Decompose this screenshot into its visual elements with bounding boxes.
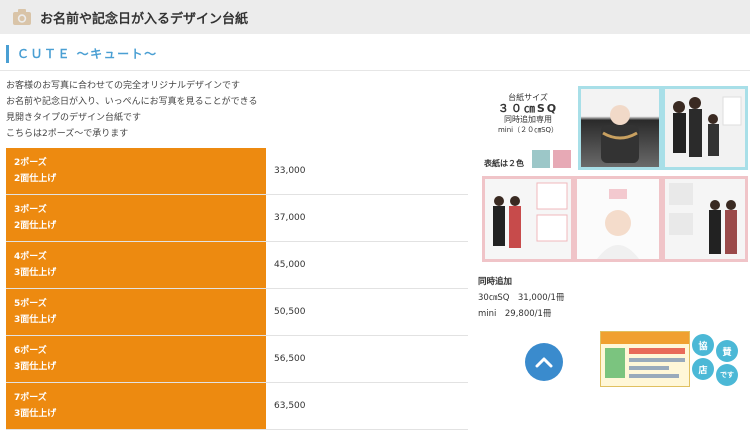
- row-label: 6ポーズ 3面仕上げ: [6, 336, 266, 382]
- sponsor-badge: 店: [692, 358, 714, 380]
- description: お客様のお写真に合わせての完全オリジナルデザインです お名前や記念日が入り、いっ…: [6, 78, 257, 142]
- album-sample-photo: [662, 176, 748, 262]
- pose-count: 5ポーズ: [14, 299, 47, 309]
- promo-card-graphic: [601, 332, 689, 378]
- pose-count: 6ポーズ: [14, 346, 47, 356]
- family-portrait-illustration: [673, 96, 742, 157]
- description-line: 見開きタイプのデザイン台紙です: [6, 113, 142, 123]
- table-row: 7ポーズ 3面仕上げ 63,500: [6, 383, 468, 430]
- addon-pricing: 同時追加 30㎝SQ 31,000/1冊 mini 29,800/1冊: [478, 274, 564, 322]
- pose-count: 7ポーズ: [14, 393, 47, 403]
- table-row: 6ポーズ 3面仕上げ 56,500: [6, 336, 468, 383]
- row-label: 2ポーズ 2面仕上げ: [6, 148, 266, 194]
- row-label: 3ポーズ 2面仕上げ: [6, 195, 266, 241]
- cover-color-swatch: [553, 150, 571, 168]
- chevron-up-icon: [535, 357, 553, 368]
- description-line: お客様のお写真に合わせての完全オリジナルデザインです: [6, 81, 241, 91]
- finish-type: 3面仕上げ: [14, 268, 57, 278]
- album-sample-photo: [578, 86, 662, 170]
- album-sample-photo: [662, 86, 748, 170]
- pose-count: 3ポーズ: [14, 205, 47, 215]
- sponsor-badge: 賛: [716, 340, 738, 362]
- section-divider: [0, 70, 750, 71]
- baby-portrait-illustration: [597, 189, 639, 259]
- sponsor-badge: 協: [692, 334, 714, 356]
- row-label: 7ポーズ 3面仕上げ: [6, 383, 266, 429]
- section-title: ＣＵＴＥ 〜キュート〜: [6, 45, 158, 63]
- table-row: 4ポーズ 3面仕上げ 45,000: [6, 242, 468, 289]
- addon-mini: mini 29,800/1冊: [478, 309, 552, 319]
- table-row: 3ポーズ 2面仕上げ 37,000: [6, 195, 468, 242]
- description-line: こちらは2ポーズ〜で承ります: [6, 129, 129, 139]
- finish-type: 3面仕上げ: [14, 409, 57, 419]
- row-price: 50,500: [266, 289, 468, 335]
- promo-card-image[interactable]: [600, 331, 690, 387]
- spec-size: ３０㎝SQ: [497, 102, 559, 115]
- finish-type: 2面仕上げ: [14, 174, 57, 184]
- addon-title: 同時追加: [478, 277, 513, 287]
- cover-color-swatch: [532, 150, 550, 168]
- finish-type: 2面仕上げ: [14, 221, 57, 231]
- row-label: 5ポーズ 3面仕上げ: [6, 289, 266, 335]
- description-line: お名前や記念日が入り、いっぺんにお写真を見ることができる: [6, 97, 258, 107]
- spec-mini: mini（２０㎝SQ）: [497, 126, 559, 134]
- page-title: お名前や記念日が入るデザイン台紙: [40, 11, 249, 27]
- covers-label: 表紙は２色: [484, 159, 524, 168]
- album-sample-photo: [574, 176, 662, 262]
- spec-note: 同時追加専用: [504, 115, 552, 124]
- camera-icon: [13, 9, 31, 25]
- baby-kimono-illustration: [601, 105, 639, 163]
- album-spec: 台紙サイズ ３０㎝SQ 同時追加専用 mini（２０㎝SQ）: [478, 92, 578, 136]
- row-label: 4ポーズ 3面仕上げ: [6, 242, 266, 288]
- finish-type: 3面仕上げ: [14, 315, 57, 325]
- table-row: 2ポーズ 2面仕上げ 33,000: [6, 148, 468, 195]
- family-shrine-illustration: [669, 183, 737, 254]
- pose-count: 2ポーズ: [14, 158, 47, 168]
- pose-count: 4ポーズ: [14, 252, 47, 262]
- row-price: 45,000: [266, 242, 468, 288]
- row-price: 33,000: [266, 148, 468, 194]
- album-sample-photo: [482, 176, 574, 262]
- sponsor-badge: です: [716, 364, 738, 386]
- row-price: 37,000: [266, 195, 468, 241]
- table-row: 5ポーズ 3面仕上げ 50,500: [6, 289, 468, 336]
- addon-30cm: 30㎝SQ 31,000/1冊: [478, 293, 565, 303]
- row-price: 56,500: [266, 336, 468, 382]
- scroll-to-top-button[interactable]: [525, 343, 563, 381]
- row-price: 63,500: [266, 383, 468, 429]
- family-kimono-illustration: [493, 182, 568, 248]
- price-table: 2ポーズ 2面仕上げ 33,000 3ポーズ 2面仕上げ 37,000 4ポーズ…: [6, 148, 468, 430]
- page-header: お名前や記念日が入るデザイン台紙: [0, 0, 750, 34]
- finish-type: 3面仕上げ: [14, 362, 57, 372]
